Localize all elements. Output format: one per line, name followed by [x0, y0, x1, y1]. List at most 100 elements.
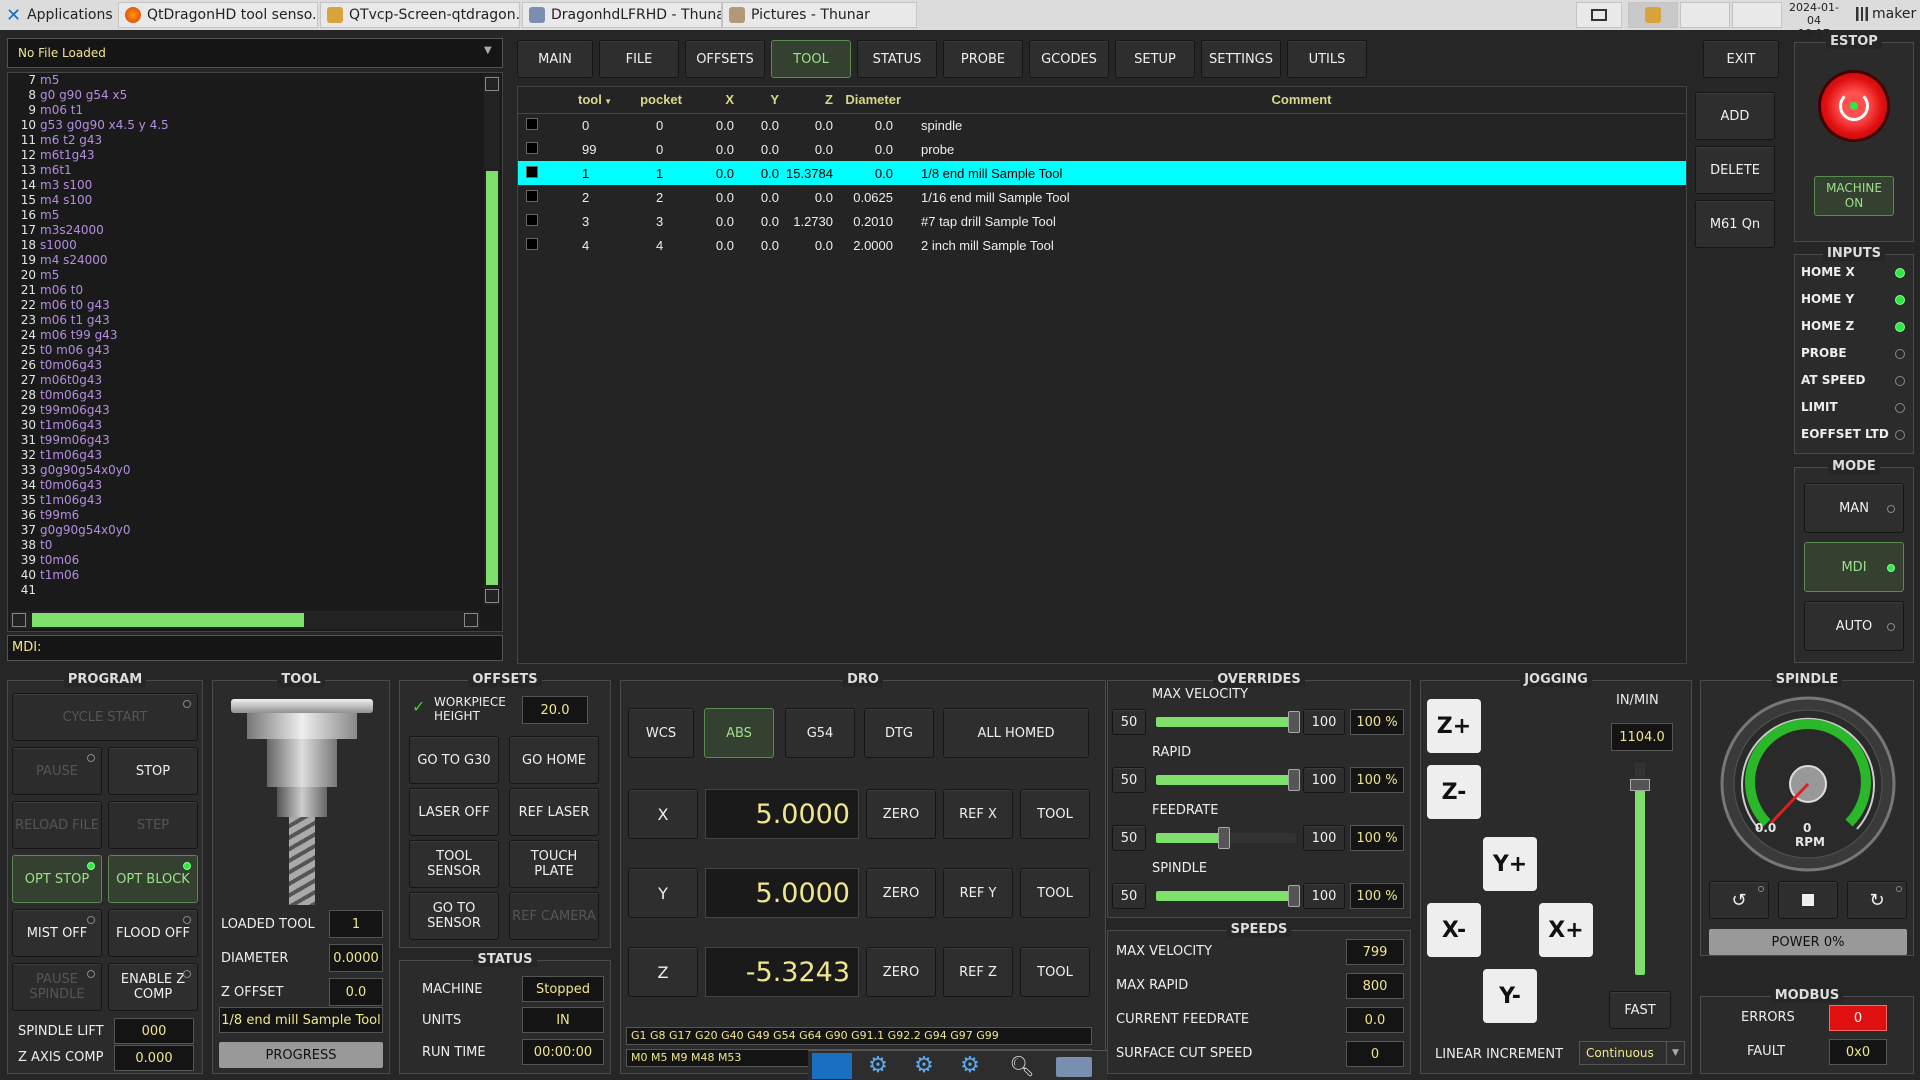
gcode-line[interactable]: 19 m4 s24000 — [12, 253, 472, 268]
estop-button[interactable] — [1821, 73, 1887, 139]
gcode-line[interactable]: 36 t99m6 — [12, 508, 472, 523]
gcode-line[interactable]: 8 g0 g90 g54 x5 — [12, 88, 472, 103]
user-menu[interactable]: maker — [1856, 6, 1916, 22]
add-tool-button[interactable]: ADD — [1695, 92, 1775, 140]
col-comment[interactable]: Comment — [917, 87, 1686, 113]
gcode-line[interactable]: 35 t1m06g43 — [12, 493, 472, 508]
gcode-line[interactable]: 18 s1000 — [12, 238, 472, 253]
axis-z-button[interactable]: Z — [628, 947, 698, 997]
zero-z-button[interactable]: ZERO — [866, 947, 936, 997]
opt-block-button[interactable]: OPT BLOCK — [108, 855, 198, 903]
jog-zplus-button[interactable]: Z+ — [1427, 699, 1481, 753]
search-icon[interactable]: 🔍︎ — [1004, 1053, 1040, 1079]
override-min-button[interactable]: 50 — [1112, 767, 1146, 793]
jog-xplus-button[interactable]: X+ — [1539, 903, 1593, 957]
gcode-line[interactable]: 29 t99m06g43 — [12, 403, 472, 418]
tab-status[interactable]: STATUS — [857, 40, 937, 78]
jog-yminus-button[interactable]: Y- — [1483, 969, 1537, 1023]
gcode-line[interactable]: 15 m4 s100 — [12, 193, 472, 208]
tab-tool[interactable]: TOOL — [771, 40, 851, 78]
gcode-line[interactable]: 41 — [12, 583, 472, 598]
delete-tool-button[interactable]: DELETE — [1695, 146, 1775, 194]
workspace-2[interactable] — [1680, 2, 1730, 28]
ref-camera-button[interactable]: REF CAMERA — [509, 892, 599, 940]
mode-man-button[interactable]: MAN — [1804, 483, 1904, 533]
gcode-line[interactable]: 20 m5 — [12, 268, 472, 283]
task-qtvcp-screen[interactable]: QTvcp-Screen-qtdragon... — [320, 2, 520, 28]
override-slider[interactable] — [1156, 885, 1300, 907]
tool-x-button[interactable]: TOOL — [1020, 789, 1090, 839]
gcode-line[interactable]: 16 m5 — [12, 208, 472, 223]
gcode-line[interactable]: 13 m6t1 — [12, 163, 472, 178]
workpiece-height-field[interactable]: 20.0 — [522, 696, 588, 724]
override-max-button[interactable]: 100 — [1303, 825, 1345, 851]
workspace-1[interactable] — [1628, 2, 1678, 28]
scroll-left-icon[interactable] — [12, 613, 26, 627]
axis-y-button[interactable]: Y — [628, 868, 698, 918]
all-homed-button[interactable]: ALL HOMED — [943, 708, 1089, 758]
zero-y-button[interactable]: ZERO — [866, 868, 936, 918]
ref-laser-button[interactable]: REF LASER — [509, 788, 599, 836]
gcode-line[interactable]: 10 g53 g0g90 x4.5 y 4.5 — [12, 118, 472, 133]
ref-y-button[interactable]: REF Y — [943, 868, 1013, 918]
spindle-cw-button[interactable]: ↻ — [1847, 881, 1907, 919]
zero-x-button[interactable]: ZERO — [866, 789, 936, 839]
applications-menu[interactable]: ✕ Applications : — [0, 2, 115, 28]
spindle-stop-button[interactable] — [1778, 881, 1838, 919]
gear-icon[interactable]: ⚙ — [906, 1053, 942, 1079]
gcode-line[interactable]: 17 m3s24000 — [12, 223, 472, 238]
fast-button[interactable]: FAST — [1609, 991, 1671, 1029]
tool-checkbox[interactable] — [526, 189, 538, 202]
tool-row[interactable]: 99 0 0.0 0.0 0.0 0.0 probe — [518, 137, 1686, 161]
tool-row[interactable]: 2 2 0.0 0.0 0.0 0.0625 1/16 end mill Sample To… — [518, 185, 1686, 209]
stop-button[interactable]: STOP — [108, 747, 198, 795]
gcode-line[interactable]: 33 g0g90g54x0y0 — [12, 463, 472, 478]
abs-button[interactable]: ABS — [704, 708, 774, 758]
jog-rate-slider[interactable] — [1630, 763, 1650, 975]
tool-checkbox[interactable] — [526, 237, 538, 250]
show-desktop-button[interactable] — [1576, 2, 1622, 28]
folder-icon[interactable] — [1056, 1057, 1092, 1077]
scroll-up-icon[interactable] — [485, 77, 499, 91]
gcode-line[interactable]: 26 t0m06g43 — [12, 358, 472, 373]
exit-button[interactable]: EXIT — [1703, 40, 1779, 78]
go-sensor-button[interactable]: GO TO SENSOR — [409, 892, 499, 940]
override-max-button[interactable]: 100 — [1303, 709, 1345, 735]
tool-y-button[interactable]: TOOL — [1020, 868, 1090, 918]
pause-spindle-button[interactable]: PAUSE SPINDLE — [12, 963, 102, 1011]
go-g30-button[interactable]: GO TO G30 — [409, 736, 499, 784]
override-min-button[interactable]: 50 — [1112, 825, 1146, 851]
tab-main[interactable]: MAIN — [517, 40, 593, 78]
override-max-button[interactable]: 100 — [1303, 883, 1345, 909]
scroll-down-icon[interactable] — [485, 589, 499, 603]
dtg-button[interactable]: DTG — [864, 708, 934, 758]
wcs-button[interactable]: WCS — [628, 708, 694, 758]
gcode-line[interactable]: 7 m5 — [12, 73, 472, 88]
enable-zcomp-button[interactable]: ENABLE Z COMP — [108, 963, 198, 1011]
pause-button[interactable]: PAUSE — [12, 747, 102, 795]
task-thunar-dragonhd[interactable]: DragonhdLFRHD - Thunar — [522, 2, 722, 28]
laser-off-button[interactable]: LASER OFF — [409, 788, 499, 836]
spindle-lift-field[interactable]: 000 — [114, 1018, 194, 1044]
override-slider[interactable] — [1156, 711, 1300, 733]
col-diameter[interactable]: Diameter — [837, 87, 917, 113]
mist-button[interactable]: MIST OFF — [12, 909, 102, 957]
jog-slider-knob[interactable] — [1630, 779, 1650, 791]
slider-knob[interactable] — [1218, 827, 1230, 849]
gcode-line[interactable]: 28 t0m06g43 — [12, 388, 472, 403]
jog-xminus-button[interactable]: X- — [1427, 903, 1481, 957]
tool-row[interactable]: 4 4 0.0 0.0 0.0 2.0000 2 inch mill Sample Tool — [518, 233, 1686, 257]
spindle-ccw-button[interactable]: ↺ — [1709, 881, 1769, 919]
g54-button[interactable]: G54 — [785, 708, 855, 758]
gcode-line[interactable]: 34 t0m06g43 — [12, 478, 472, 493]
gear-icon[interactable]: ⚙ — [952, 1053, 988, 1079]
col-pocket[interactable]: pocket — [616, 87, 686, 113]
tab-file[interactable]: FILE — [599, 40, 679, 78]
tool-table[interactable]: tool ▼ pocket X Y Z Diameter Comment 000… — [518, 87, 1686, 257]
override-min-button[interactable]: 50 — [1112, 709, 1146, 735]
tab-offsets[interactable]: OFFSETS — [685, 40, 765, 78]
tab-utils[interactable]: UTILS — [1287, 40, 1367, 78]
slider-knob[interactable] — [1288, 885, 1300, 907]
gcode-line[interactable]: 11 m6 t2 g43 — [12, 133, 472, 148]
gcode-line[interactable]: 38 t0 — [12, 538, 472, 553]
